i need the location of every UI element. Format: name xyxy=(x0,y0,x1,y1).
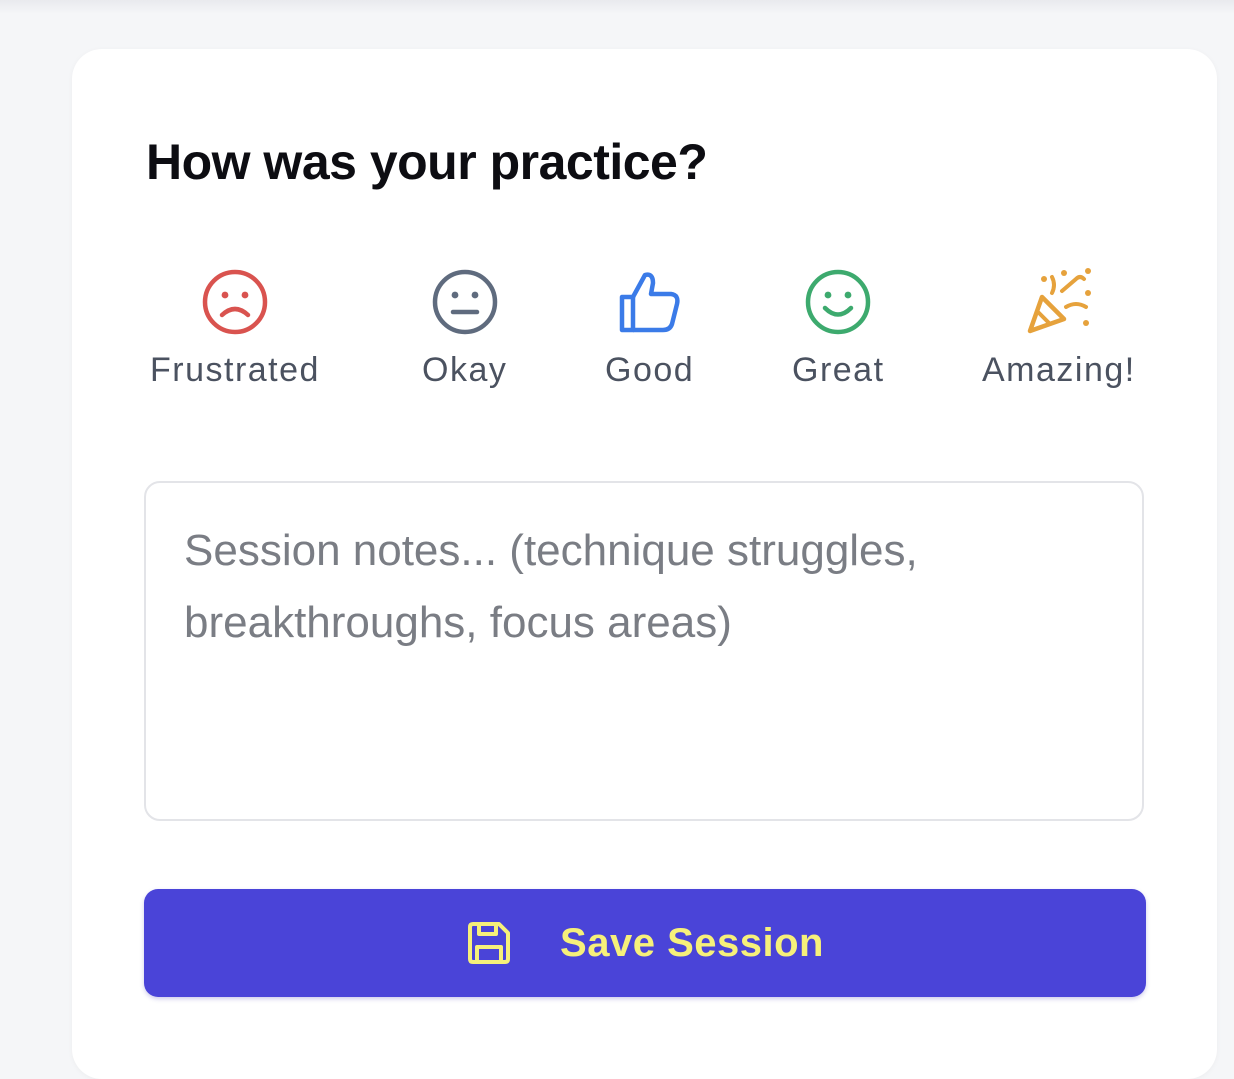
mood-label: Okay xyxy=(422,351,508,389)
frown-face-icon xyxy=(202,269,268,335)
mood-option-okay[interactable]: Okay xyxy=(422,267,507,390)
smile-face-icon xyxy=(806,269,871,335)
save-session-button[interactable]: Save Session xyxy=(144,889,1146,997)
page-title: How was your practice? xyxy=(146,134,708,190)
mood-label: Great xyxy=(792,351,885,389)
practice-feedback-card: How was your practice? Frustrated Okay G… xyxy=(72,49,1217,1079)
mood-label: Frustrated xyxy=(150,351,320,389)
mood-label: Amazing! xyxy=(982,351,1136,389)
session-notes-input[interactable] xyxy=(144,481,1144,821)
neutral-face-icon xyxy=(432,269,497,335)
party-popper-icon xyxy=(1027,268,1091,334)
thumbs-up-icon xyxy=(619,272,680,333)
mood-label: Good xyxy=(605,351,695,389)
mood-option-great[interactable]: Great xyxy=(792,267,885,390)
save-icon xyxy=(468,922,511,964)
mood-option-amazing[interactable]: Amazing! xyxy=(982,267,1136,390)
mood-option-frustrated[interactable]: Frustrated xyxy=(150,267,320,390)
top-bar-shadow xyxy=(0,0,1234,14)
mood-option-good[interactable]: Good xyxy=(605,267,694,390)
save-button-label: Save Session xyxy=(560,920,824,965)
